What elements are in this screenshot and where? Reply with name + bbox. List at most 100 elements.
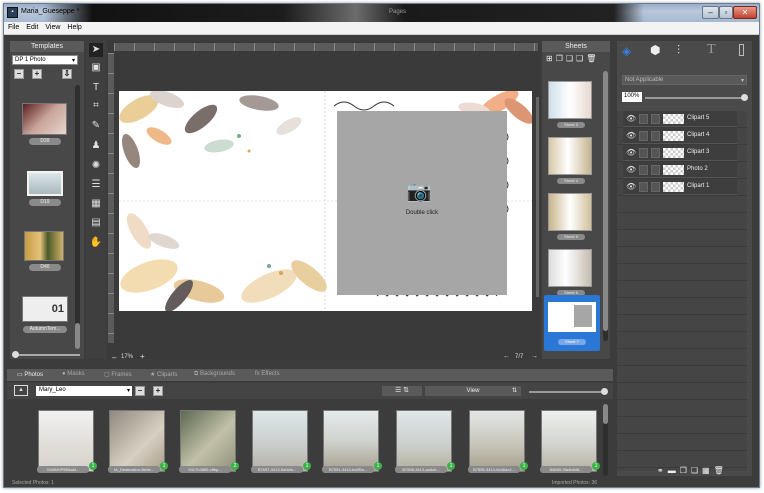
grid-tool-icon[interactable]: ▦ [89,197,103,211]
photo-thumb[interactable]: IA_Destination-Bride... 1 [108,410,168,473]
minimize-button[interactable]: – [702,6,719,19]
menu-edit[interactable]: Edit [22,22,41,31]
image-icon: ▲ [14,385,28,396]
tab-cliparts[interactable]: ★ Cliparts [150,371,177,378]
photo-thumb[interactable]: B7697-3413-5a0cfa... 1 [251,410,311,473]
sheet-thumb-6[interactable]: Sheet 6 [548,249,592,296]
next-page-button[interactable]: → [531,353,538,360]
stamp-tool-icon[interactable]: ♟ [89,139,103,153]
tab-effects[interactable]: fx Effects [255,371,280,377]
templates-slider[interactable] [12,351,80,358]
close-button[interactable]: ✕ [733,6,757,19]
move-sheet-icon[interactable]: ❑ [576,54,586,63]
text-tab-icon[interactable]: T [707,42,716,58]
zoom-plus-button[interactable]: + [140,352,145,361]
layers-tab-icon[interactable]: ◈ [622,44,631,58]
sheet-thumb-3[interactable]: Sheet 3 [548,81,592,128]
sheet-thumb-5[interactable]: Sheet 5 [548,193,592,240]
layout-dropdown[interactable]: DP 1 Photo ▾ [12,55,78,65]
layout-grid-icon[interactable]: ▤ [89,216,103,230]
template-thumb-d19[interactable] [27,171,63,196]
eye-icon[interactable]: 👁 [626,149,636,157]
folder-dropdown[interactable]: Mary_Leo ▾ [36,386,132,396]
property-dropdown[interactable]: Not Applicable ▾ [622,75,747,85]
maximize-button[interactable]: ▫ [719,6,733,19]
tab-masks[interactable]: ● Masks [62,371,85,377]
template-thumb-autumn[interactable]: 01 [22,296,68,322]
sort-button[interactable]: ☰ ⇅ [382,386,422,396]
tools-column: ➤ ▣ T ⌗ ✎ ♟ ✺ ☰ ▦ ▤ ✋ [86,41,106,359]
brush-tool-icon[interactable]: ✎ [89,119,103,133]
remove-template-button[interactable]: – [14,69,24,79]
photo-thumb[interactable]: 01MMHPBBkakt... 1 [37,410,97,473]
photo-thumb[interactable]: B7595-3413-bb46ac4... 1 [468,410,528,473]
sheets-panel: Sheets ⊞❐❏❑🗑 Sheet 3 Sheet 4 Sheet 5 She… [542,41,610,359]
layer-row[interactable]: 👁 Clipart 1 [623,179,737,195]
delete-layer-icon[interactable]: 🗑 [714,466,728,475]
effects-tool-icon[interactable]: ✺ [89,159,103,173]
copy-sheet-icon[interactable]: ❐ [556,54,566,63]
menu-view[interactable]: View [41,22,63,31]
crop-tool-icon[interactable]: ⌗ [89,99,103,113]
eye-icon[interactable]: 👁 [626,166,636,174]
text-tool-icon[interactable]: T [89,81,103,95]
eye-icon[interactable]: 👁 [626,183,636,191]
photo-thumb[interactable]: B7591-3413-bc6Ra... 1 [322,410,382,473]
tab-photos[interactable]: ▭ Photos [17,371,43,378]
add-template-button[interactable]: + [32,69,42,79]
layer-thumbnail [663,165,684,175]
bottom-tabs-bar: ▭ Photos ● Masks ▢ Frames ★ Cliparts ⧉ B… [7,369,613,381]
link-icon[interactable]: ⚭ [657,466,668,475]
select-tool-icon[interactable]: ➤ [89,43,103,57]
sheet-thumb-4[interactable]: Sheet 4 [548,137,592,184]
frame-tool-icon[interactable]: ▣ [89,61,103,75]
bring-forward-icon[interactable]: ❐ [680,466,691,475]
hand-tool-icon[interactable]: ✋ [89,236,103,250]
layer-row[interactable]: 👁 Clipart 3 [623,145,737,161]
prev-page-button[interactable]: ← [503,353,510,360]
photo-placeholder[interactable]: 📷 Double click [337,111,507,295]
thumbnail-size-slider[interactable] [529,388,608,395]
align-tool-icon[interactable]: ☰ [89,178,103,192]
tab-backgrounds[interactable]: ⧉ Backgrounds [194,371,235,378]
send-backward-icon[interactable]: ❏ [691,466,702,475]
view-dropdown[interactable]: View ⇅ [425,386,521,396]
menu-help[interactable]: Help [63,22,84,31]
layer-row[interactable]: 👁 Clipart 5 [623,111,737,127]
import-template-button[interactable]: ⇩ [62,69,72,79]
layers-list: 👁 Clipart 5 👁 Clipart 4 👁 Clipart 3 👁 Photo … [617,111,747,471]
panel-handle-icon[interactable] [739,44,744,56]
eye-icon[interactable]: 👁 [626,132,636,140]
delete-sheet-icon[interactable]: 🗑 [586,54,599,63]
title-bar: ▪ Maria_Gueseppe * Pages – ▫ ✕ [4,4,759,22]
tab-frames[interactable]: ▢ Frames [104,371,132,378]
remove-photo-button[interactable]: – [135,386,145,396]
template-thumb-d40[interactable] [24,231,64,261]
sheets-toolbar: ⊞❐❏❑🗑 [546,54,606,64]
layer-row[interactable]: 👁 Clipart 4 [623,128,737,144]
album-spread[interactable]: 📷 Double click [119,91,532,311]
templates-scrollbar[interactable] [75,85,80,349]
sheet-7-selected[interactable]: Sheet 7 [544,295,600,351]
photo-thumb[interactable]: B7598-3413-aa5cb... 1 [395,410,455,473]
zoom-minus-button[interactable]: – [112,353,116,362]
copy-layer-icon[interactable]: ▬ [668,466,680,475]
menu-file[interactable]: File [4,22,22,31]
adjustments-tab-icon[interactable]: ⫶ [677,43,680,58]
layer-row[interactable]: 👁 Photo 2 [623,162,737,178]
chevron-down-icon: ▾ [126,388,130,394]
sheets-scrollbar[interactable] [603,71,608,341]
template-thumb-d39[interactable] [22,103,67,135]
add-photo-button[interactable]: + [153,386,163,396]
merge-icon[interactable]: ▦ [702,466,714,475]
vertical-scrollbar[interactable] [536,97,539,297]
photos-scrollbar[interactable] [603,404,608,476]
opacity-field[interactable]: 100% [622,92,642,102]
eye-icon[interactable]: 👁 [626,115,636,123]
opacity-slider[interactable] [645,94,748,101]
photo-thumb[interactable]: 9417b3889-cffbp... 2 [179,410,239,473]
photo-thumb[interactable]: B8685-3fa4b6d8... 1 [540,410,600,473]
duplicate-sheet-icon[interactable]: ❏ [566,54,576,63]
add-sheet-icon[interactable]: ⊞ [546,54,556,63]
3d-cube-tab-icon[interactable]: ⬢ [650,43,660,57]
